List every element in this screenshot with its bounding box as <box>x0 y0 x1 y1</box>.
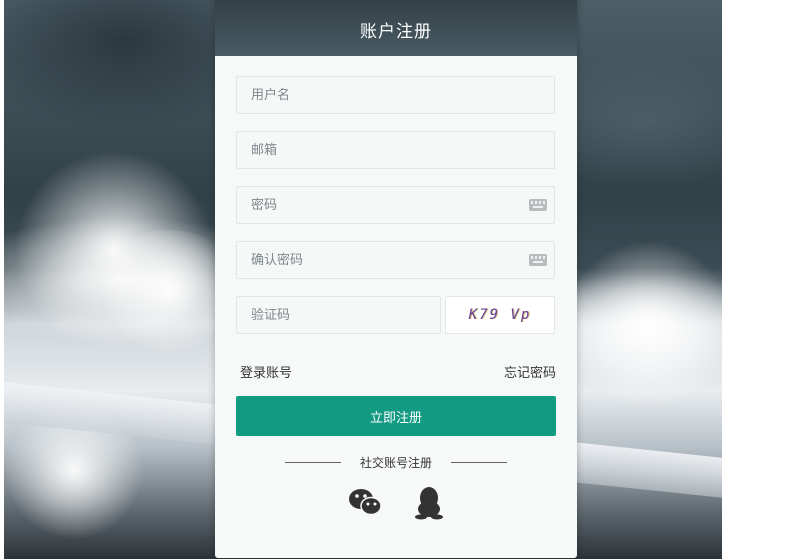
password-field[interactable] <box>236 186 555 224</box>
register-card: 账户注册 K79 Vp 登录账号 忘记密码 立即注册 社交账号注册 <box>215 0 577 558</box>
divider-right <box>451 462 507 463</box>
captcha-image[interactable]: K79 Vp <box>445 296 555 334</box>
social-heading: 社交账号注册 <box>359 456 432 470</box>
keyboard-icon[interactable] <box>529 254 547 266</box>
keyboard-icon[interactable] <box>529 199 547 211</box>
card-header: 账户注册 <box>215 0 577 56</box>
register-button[interactable]: 立即注册 <box>236 396 556 436</box>
confirm-password-input[interactable] <box>237 242 554 278</box>
confirm-password-field[interactable] <box>236 241 555 279</box>
email-field[interactable] <box>236 131 555 169</box>
captcha-field[interactable] <box>236 296 441 334</box>
password-input[interactable] <box>237 187 554 223</box>
wechat-icon[interactable] <box>348 486 384 522</box>
login-link[interactable]: 登录账号 <box>240 362 292 381</box>
forgot-password-link[interactable]: 忘记密码 <box>504 362 556 381</box>
captcha-code: K79 Vp <box>468 307 532 323</box>
page-title: 账户注册 <box>360 22 432 42</box>
email-input[interactable] <box>237 132 554 168</box>
username-input[interactable] <box>237 77 554 113</box>
username-field[interactable] <box>236 76 555 114</box>
qq-icon[interactable] <box>413 486 445 524</box>
captcha-input[interactable] <box>237 297 440 333</box>
